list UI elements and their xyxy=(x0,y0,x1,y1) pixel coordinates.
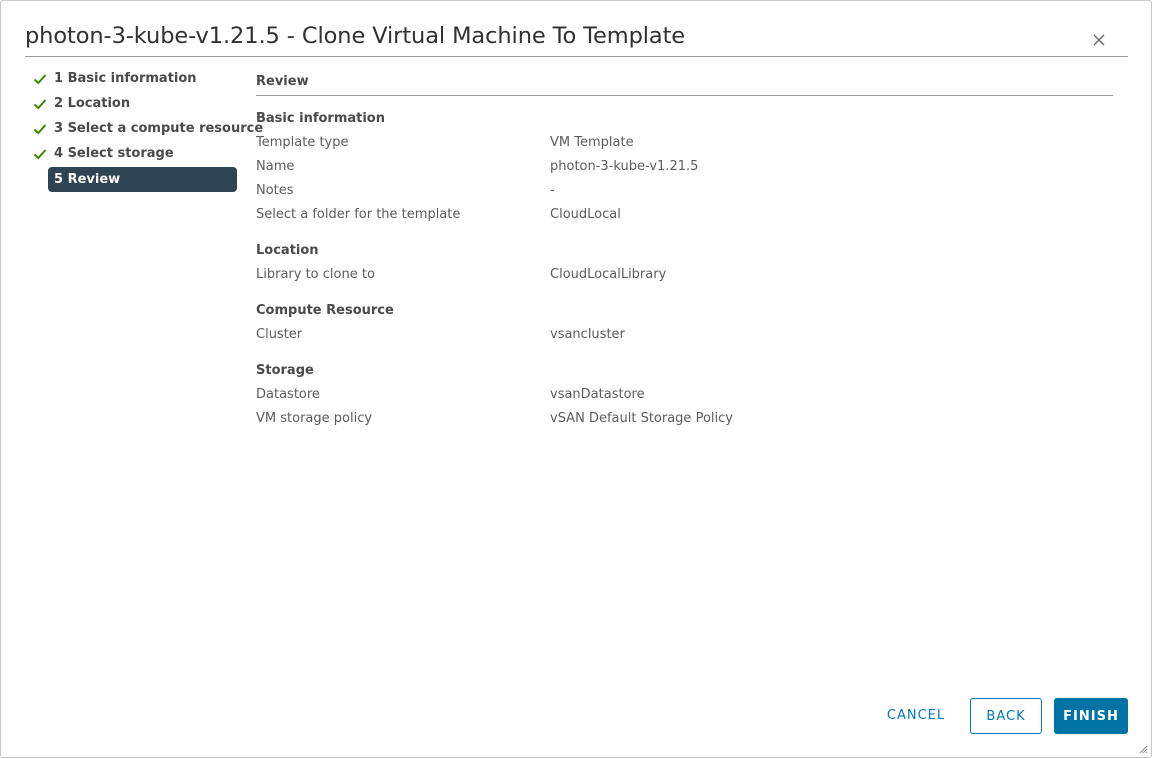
checkmark-icon xyxy=(33,99,47,110)
cancel-button[interactable]: CANCEL xyxy=(875,698,957,734)
step-label: 4 Select storage xyxy=(54,146,174,161)
row-value: vSAN Default Storage Policy xyxy=(550,411,733,426)
review-row-folder: Select a folder for the template CloudLo… xyxy=(256,203,1113,227)
finish-button[interactable]: FINISH xyxy=(1054,698,1128,734)
review-row-datastore: Datastore vsanDatastore xyxy=(256,383,1113,407)
row-label: Datastore xyxy=(256,387,320,402)
row-label: Library to clone to xyxy=(256,267,375,282)
review-row-library: Library to clone to CloudLocalLibrary xyxy=(256,263,1113,287)
checkmark-icon xyxy=(33,74,47,85)
row-value: vsancluster xyxy=(550,327,625,342)
section-location: Location xyxy=(256,243,319,258)
section-storage: Storage xyxy=(256,363,314,378)
resize-grip-icon[interactable] xyxy=(1138,744,1148,754)
close-icon xyxy=(1093,34,1105,46)
step-select-compute-resource[interactable]: 3 Select a compute resource xyxy=(32,118,263,143)
dialog-title: photon-3-kube-v1.21.5 - Clone Virtual Ma… xyxy=(25,23,686,49)
clone-vm-dialog: photon-3-kube-v1.21.5 - Clone Virtual Ma… xyxy=(0,0,1152,758)
close-button[interactable] xyxy=(1089,30,1109,50)
step-label: 3 Select a compute resource xyxy=(54,121,264,136)
step-label: 2 Location xyxy=(54,96,131,111)
review-panel: Review Basic information Template type V… xyxy=(256,73,1113,431)
step-label: 5 Review xyxy=(54,172,121,187)
section-basic-information: Basic information xyxy=(256,111,385,126)
row-label: Cluster xyxy=(256,327,303,342)
checkmark-icon xyxy=(33,149,47,160)
review-row-name: Name photon-3-kube-v1.21.5 xyxy=(256,155,1113,179)
review-row-storage-policy: VM storage policy vSAN Default Storage P… xyxy=(256,407,1113,431)
row-value: vsanDatastore xyxy=(550,387,645,402)
step-location[interactable]: 2 Location xyxy=(32,93,238,118)
section-compute-resource: Compute Resource xyxy=(256,303,394,318)
review-row-notes: Notes - xyxy=(256,179,1113,203)
row-label: VM storage policy xyxy=(256,411,373,426)
row-value: photon-3-kube-v1.21.5 xyxy=(550,159,699,174)
row-label: Template type xyxy=(256,135,349,150)
review-row-cluster: Cluster vsancluster xyxy=(256,323,1113,347)
step-select-storage[interactable]: 4 Select storage xyxy=(32,143,238,168)
row-value: - xyxy=(550,183,555,198)
step-basic-information[interactable]: 1 Basic information xyxy=(32,68,238,93)
step-review[interactable]: 5 Review xyxy=(32,167,238,193)
checkmark-icon xyxy=(33,124,47,135)
row-label: Name xyxy=(256,159,295,174)
row-label: Select a folder for the template xyxy=(256,207,461,222)
row-value: VM Template xyxy=(550,135,634,150)
row-label: Notes xyxy=(256,183,294,198)
back-button[interactable]: BACK xyxy=(970,698,1042,734)
step-label: 1 Basic information xyxy=(54,71,197,86)
review-row-template-type: Template type VM Template xyxy=(256,131,1113,155)
row-value: CloudLocalLibrary xyxy=(550,267,667,282)
wizard-steps: 1 Basic information 2 Location 3 Select … xyxy=(32,68,263,193)
review-heading: Review xyxy=(256,74,309,89)
row-value: CloudLocal xyxy=(550,207,621,222)
title-divider xyxy=(25,56,1128,57)
